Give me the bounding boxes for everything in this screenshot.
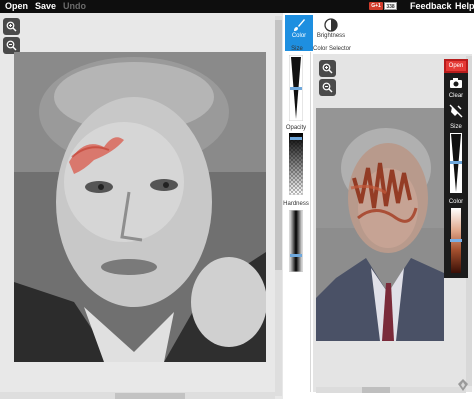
zoom-out-icon <box>6 40 17 51</box>
hardness-label: Hardness <box>283 201 309 207</box>
tab-color-label: Color <box>291 33 307 39</box>
undo-menu[interactable]: Undo <box>63 1 86 12</box>
reference-size-slider[interactable] <box>450 133 462 193</box>
opacity-slider-graphic <box>288 132 304 196</box>
top-menu-bar: Open Save Undo G+1 338 Feedback Help <box>0 0 474 13</box>
size-label: Size <box>291 46 303 52</box>
reference-portrait-image <box>316 108 444 341</box>
google-plus-button[interactable]: G+1 <box>369 2 383 10</box>
open-menu[interactable]: Open <box>5 1 28 12</box>
reference-color-label: Color <box>448 199 464 205</box>
opacity-slider[interactable] <box>288 132 304 196</box>
save-menu[interactable]: Save <box>35 1 56 12</box>
reference-size-label: Size <box>450 124 462 130</box>
vertical-scroll-thumb-left[interactable] <box>275 20 282 270</box>
clear-button[interactable] <box>449 104 463 118</box>
size-slider[interactable] <box>288 54 304 122</box>
size-slider-graphic <box>288 54 304 122</box>
panel-divider <box>310 52 311 392</box>
color-selector-label: Color Selector <box>313 46 352 52</box>
zoom-in-icon <box>322 63 333 74</box>
horizontal-scrollbar-right[interactable] <box>316 387 466 393</box>
reference-color-slider-knob[interactable] <box>450 239 462 242</box>
reference-color-photo[interactable] <box>316 108 444 341</box>
horizontal-scroll-thumb-right[interactable] <box>362 387 390 393</box>
grayscale-photo[interactable] <box>14 52 266 362</box>
zoom-in-button[interactable] <box>3 18 20 35</box>
reference-zoom-out-button[interactable] <box>319 79 336 96</box>
hardness-slider[interactable] <box>288 209 304 273</box>
hardness-slider-graphic <box>288 209 304 273</box>
reference-open-button[interactable]: Open <box>444 59 468 73</box>
opacity-label: Opacity <box>285 125 307 131</box>
horizontal-scroll-thumb-left[interactable] <box>115 393 185 399</box>
google-plus-count: 338 <box>384 2 397 10</box>
camera-button[interactable] <box>449 76 463 88</box>
clear-icon <box>449 104 463 118</box>
app-logo <box>457 378 469 392</box>
brightness-icon <box>324 18 338 32</box>
zoom-out-icon <box>322 82 333 93</box>
reference-clear-label[interactable]: Clear <box>444 93 468 99</box>
brush-icon <box>294 19 305 31</box>
reference-zoom-in-button[interactable] <box>319 60 336 77</box>
reference-size-slider-graphic <box>450 133 462 193</box>
help-link[interactable]: Help <box>455 1 474 12</box>
tab-brightness-label: Brightness <box>316 33 346 39</box>
feedback-link[interactable]: Feedback <box>410 1 452 12</box>
camera-icon <box>450 78 462 88</box>
logo-icon <box>458 379 468 391</box>
zoom-in-icon <box>6 21 17 32</box>
portrait-image <box>14 52 266 362</box>
